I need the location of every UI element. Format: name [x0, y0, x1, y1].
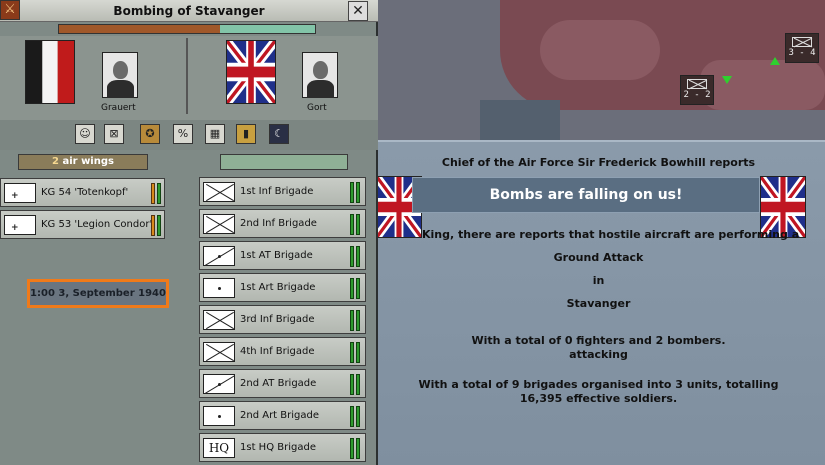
strength-bar — [356, 406, 360, 427]
strength-bar — [356, 374, 360, 395]
report-line: Stavanger — [566, 297, 631, 310]
map-land — [700, 60, 825, 110]
map-unit-counter[interactable]: 3 - 4 — [785, 33, 819, 63]
strength-bar — [157, 183, 161, 204]
defender-unit-row[interactable]: 2nd Art Brigade — [199, 401, 366, 430]
report-line: With a total of 9 brigades organised int… — [418, 378, 779, 391]
close-button[interactable]: ✕ — [348, 1, 368, 21]
strength-bar — [157, 215, 161, 236]
artillery-icon — [203, 278, 235, 298]
anti-tank-icon — [203, 374, 235, 394]
battle-date: 1:00 3, September 1940 — [27, 279, 169, 308]
game-screen: 2 - 2 3 - 4 Chief of the Air Force Sir F… — [0, 0, 825, 465]
anti-tank-icon — [203, 246, 235, 266]
report-line: in — [592, 274, 605, 287]
strength-bar — [350, 246, 354, 267]
german-flag-icon — [25, 40, 75, 104]
modifier-icons: ☺ ⊠ ✪ % ▦ ▮ ☾ — [0, 120, 378, 150]
strength-bar — [356, 342, 360, 363]
hq-icon: HQ — [203, 438, 235, 458]
strength-bar — [350, 310, 354, 331]
window-title: Bombing of Stavanger — [113, 4, 265, 18]
green-arrow-icon — [770, 57, 780, 65]
defender-unit-row[interactable]: 1st Art Brigade — [199, 273, 366, 302]
infantry-icon — [203, 214, 235, 234]
strength-bar — [356, 310, 360, 331]
unit-types-icon[interactable]: ⊠ — [104, 124, 124, 144]
terrain-icon[interactable]: ▦ — [205, 124, 225, 144]
attacker-unit-row[interactable]: KG 53 'Legion Condor' — [0, 210, 165, 239]
medal-icon[interactable]: ✪ — [140, 124, 160, 144]
attacker-unit-row[interactable]: KG 54 'Totenkopf' — [0, 178, 165, 207]
title-bar[interactable]: ⚔ Bombing of Stavanger ✕ — [0, 0, 378, 22]
infantry-icon — [203, 182, 235, 202]
report-line: King, there are reports that hostile air… — [422, 228, 800, 241]
bomber-icon — [4, 183, 36, 203]
attacker-header: 2 air wings — [18, 154, 148, 170]
bomber-icon — [4, 215, 36, 235]
strength-bar — [356, 278, 360, 299]
infantry-icon — [792, 37, 812, 47]
organisation-bar — [151, 215, 155, 236]
strength-bar — [356, 438, 360, 459]
strength-bar — [350, 374, 354, 395]
strength-bar — [356, 182, 360, 203]
map-land — [540, 20, 660, 80]
battle-progress-bar — [58, 24, 316, 34]
attacker-leader-portrait[interactable] — [102, 52, 138, 98]
air-wing-label: air wings — [62, 156, 114, 167]
report-panel: Chief of the Air Force Sir Frederick Bow… — [372, 140, 825, 465]
defender-unit-row[interactable]: 1st Inf Brigade — [199, 177, 366, 206]
report-body: King, there are reports that hostile air… — [372, 228, 825, 406]
defender-leader-name: Gort — [307, 103, 327, 113]
defender-unit-row[interactable]: HQ 1st HQ Brigade — [199, 433, 366, 462]
night-icon[interactable]: ☾ — [269, 124, 289, 144]
infantry-icon — [203, 310, 235, 330]
strength-bar — [356, 214, 360, 235]
supply-icon[interactable]: ▮ — [236, 124, 256, 144]
infantry-icon — [203, 342, 235, 362]
map-view[interactable]: 2 - 2 3 - 4 — [370, 0, 825, 140]
report-line: 16,395 effective soldiers. — [519, 392, 678, 405]
strength-bar — [350, 278, 354, 299]
strength-bar — [356, 246, 360, 267]
strength-bar — [350, 406, 354, 427]
air-wing-count: 2 — [52, 156, 59, 167]
divider — [186, 38, 188, 114]
commander-icon[interactable]: ☺ — [75, 124, 95, 144]
report-header: Chief of the Air Force Sir Frederick Bow… — [441, 156, 756, 169]
attacker-leader-name: Grauert — [101, 103, 136, 113]
report-line: attacking — [569, 348, 628, 361]
strength-bar — [350, 214, 354, 235]
strength-bar — [350, 438, 354, 459]
report-line: Ground Attack — [553, 251, 644, 264]
strength-bar — [350, 182, 354, 203]
defender-unit-row[interactable]: 1st AT Brigade — [199, 241, 366, 270]
report-line: With a total of 0 fighters and 2 bombers… — [471, 334, 726, 347]
defender-unit-row[interactable]: 4th Inf Brigade — [199, 337, 366, 366]
infantry-icon — [687, 79, 707, 89]
uk-flag-icon — [226, 40, 276, 104]
map-unit-counter[interactable]: 2 - 2 — [680, 75, 714, 105]
defender-leader-portrait[interactable] — [302, 52, 338, 98]
defender-header — [220, 154, 348, 170]
defender-unit-row[interactable]: 3rd Inf Brigade — [199, 305, 366, 334]
progress-fill — [59, 25, 221, 33]
artillery-icon — [203, 406, 235, 426]
battle-sides: Grauert Gort — [0, 36, 378, 120]
defender-unit-row[interactable]: 2nd AT Brigade — [199, 369, 366, 398]
map-sea — [480, 100, 560, 140]
organisation-bar — [151, 183, 155, 204]
strength-bar — [350, 342, 354, 363]
percent-icon[interactable]: % — [173, 124, 193, 144]
report-banner: Bombs are falling on us! — [412, 177, 760, 213]
battle-window: ⚔ Bombing of Stavanger ✕ Grauert Gort ☺ … — [0, 0, 378, 465]
defender-unit-row[interactable]: 2nd Inf Brigade — [199, 209, 366, 238]
close-icon: ✕ — [352, 3, 364, 19]
green-arrow-icon — [722, 76, 732, 84]
